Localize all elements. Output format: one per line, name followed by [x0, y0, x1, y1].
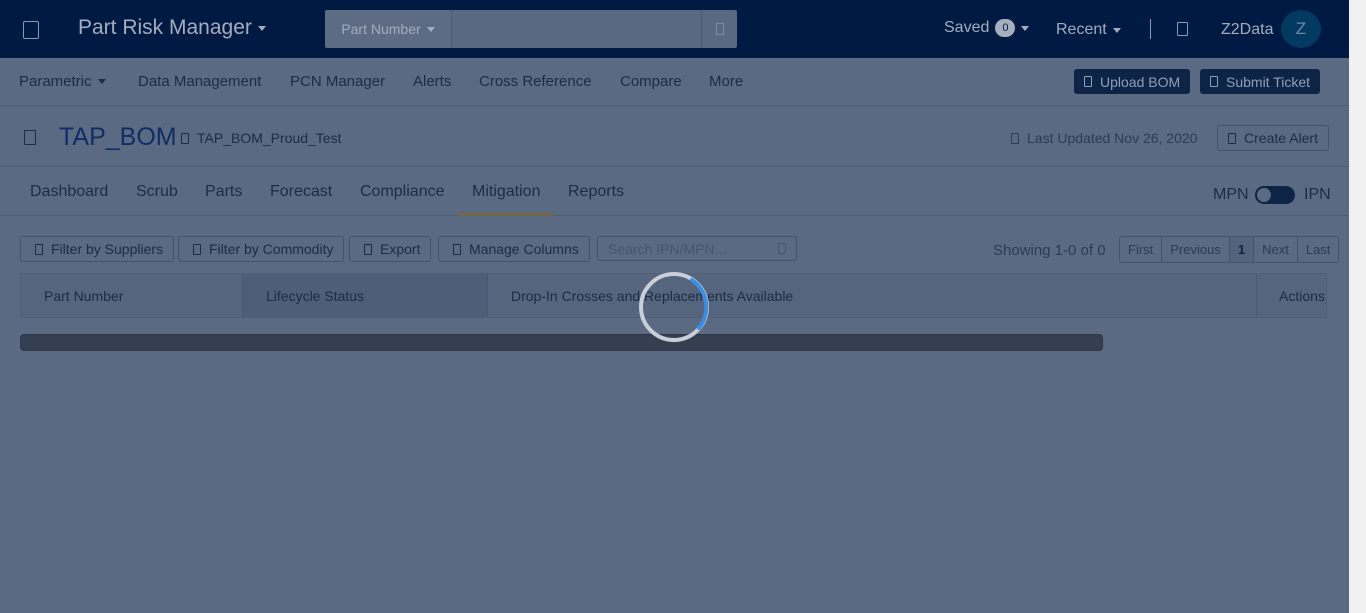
pager-first[interactable]: First: [1120, 237, 1163, 262]
main-nav: Parametric Data Management PCN Manager A…: [0, 58, 1349, 106]
search-placeholder: Search IPN/MPN...: [608, 240, 727, 257]
user-name[interactable]: Z2Data: [1221, 21, 1273, 39]
column-header-drop-in-crosses[interactable]: Drop-In Crosses and Replacements Availab…: [488, 274, 1256, 317]
search-type-label: Part Number: [341, 21, 421, 37]
saved-label: Saved: [944, 19, 990, 36]
tab-scrub[interactable]: Scrub: [136, 183, 178, 201]
scrollbar[interactable]: [1349, 0, 1366, 613]
create-alert-button[interactable]: Create Alert: [1217, 125, 1329, 151]
clock-icon: [1011, 132, 1019, 144]
page-title: TAP_BOM: [59, 123, 177, 151]
menu-icon[interactable]: [23, 21, 39, 39]
divider: [1150, 19, 1151, 39]
filter-icon: [193, 243, 201, 255]
recent-menu[interactable]: Recent: [1056, 21, 1121, 39]
recent-label: Recent: [1056, 21, 1107, 38]
pager-previous[interactable]: Previous: [1162, 237, 1230, 262]
mpn-ipn-toggle[interactable]: [1255, 186, 1295, 204]
submit-ticket-button[interactable]: Submit Ticket: [1200, 69, 1321, 94]
top-bar: Part Risk Manager Part Number Saved 0 Re…: [0, 0, 1349, 58]
nav-item-parametric[interactable]: Parametric: [19, 73, 106, 90]
search-button[interactable]: [701, 10, 737, 48]
tab-parts[interactable]: Parts: [205, 183, 242, 201]
filter-suppliers-button[interactable]: Filter by Suppliers: [20, 236, 175, 262]
column-header-lifecycle-status[interactable]: Lifecycle Status: [242, 274, 488, 317]
tab-reports[interactable]: Reports: [568, 183, 624, 201]
last-updated-label: Last Updated Nov 26, 2020: [1027, 130, 1198, 146]
filter-suppliers-label: Filter by Suppliers: [51, 241, 164, 257]
column-header-actions: Actions: [1256, 274, 1328, 317]
nav-item-data-management[interactable]: Data Management: [138, 73, 261, 90]
ipn-label: IPN: [1304, 186, 1331, 203]
bom-subtitle: TAP_BOM_Proud_Test: [181, 130, 341, 146]
manage-columns-button[interactable]: Manage Columns: [438, 236, 590, 262]
chevron-down-icon: [257, 25, 266, 31]
tab-dashboard[interactable]: Dashboard: [30, 183, 108, 201]
submit-ticket-label: Submit Ticket: [1226, 73, 1311, 90]
bell-icon: [1228, 132, 1237, 144]
column-header-part-number[interactable]: Part Number: [21, 274, 242, 317]
saved-count-badge: 0: [995, 19, 1016, 37]
app-title-dropdown[interactable]: Part Risk Manager: [78, 16, 266, 40]
search-icon: [778, 243, 786, 254]
filter-commodity-label: Filter by Commodity: [209, 241, 334, 257]
nav-label: Parametric: [19, 73, 92, 90]
mpn-label: MPN: [1213, 186, 1249, 203]
active-tab-indicator: [459, 213, 553, 216]
search-ipn-mpn-input[interactable]: Search IPN/MPN...: [597, 236, 797, 261]
bom-header: TAP_BOM TAP_BOM_Proud_Test Last Updated …: [0, 107, 1349, 167]
folder-icon: [181, 132, 189, 144]
global-search: Part Number: [325, 10, 737, 48]
search-icon: [715, 23, 724, 35]
manage-columns-label: Manage Columns: [469, 241, 579, 257]
filter-commodity-button[interactable]: Filter by Commodity: [178, 236, 345, 262]
nav-item-pcn-manager[interactable]: PCN Manager: [290, 73, 385, 90]
bom-subtitle-label: TAP_BOM_Proud_Test: [197, 130, 342, 146]
pagination: First Previous 1 Next Last: [1119, 236, 1340, 263]
tab-mitigation[interactable]: Mitigation: [472, 183, 540, 201]
search-type-select[interactable]: Part Number: [325, 10, 451, 48]
results-count: Showing 1-0 of 0: [993, 242, 1106, 259]
nav-item-more[interactable]: More: [709, 73, 743, 90]
ticket-icon: [1210, 76, 1218, 87]
loading-progress-bar: [20, 334, 1103, 351]
pager-last[interactable]: Last: [1298, 237, 1339, 262]
pager-current-page[interactable]: 1: [1229, 237, 1255, 262]
export-label: Export: [380, 241, 421, 257]
loading-spinner-icon: [639, 272, 709, 342]
last-updated: Last Updated Nov 26, 2020: [1011, 130, 1197, 146]
export-button[interactable]: Export: [349, 236, 432, 262]
tab-forecast[interactable]: Forecast: [270, 183, 332, 201]
nav-item-alerts[interactable]: Alerts: [413, 73, 451, 90]
chevron-down-icon: [1021, 25, 1030, 31]
saved-menu[interactable]: Saved 0: [944, 19, 1030, 37]
search-input[interactable]: [451, 10, 701, 48]
tab-compliance[interactable]: Compliance: [360, 183, 444, 201]
nav-item-cross-reference[interactable]: Cross Reference: [479, 73, 592, 90]
chevron-down-icon: [426, 26, 435, 32]
columns-icon: [453, 243, 461, 255]
pager-next[interactable]: Next: [1254, 237, 1298, 262]
chevron-down-icon: [1112, 27, 1121, 33]
create-alert-label: Create Alert: [1244, 130, 1318, 146]
export-icon: [364, 243, 372, 255]
app-title: Part Risk Manager: [78, 16, 252, 39]
nav-item-compare[interactable]: Compare: [620, 73, 682, 90]
bom-tabs: Dashboard Scrub Parts Forecast Complianc…: [0, 168, 1349, 216]
filter-icon: [35, 243, 43, 255]
notification-icon[interactable]: [1177, 22, 1188, 36]
upload-bom-button[interactable]: Upload BOM: [1074, 69, 1191, 94]
chevron-down-icon: [97, 79, 106, 84]
upload-icon: [1084, 76, 1092, 87]
avatar[interactable]: Z: [1281, 10, 1321, 48]
upload-bom-label: Upload BOM: [1100, 73, 1181, 90]
bom-icon: [24, 130, 36, 145]
